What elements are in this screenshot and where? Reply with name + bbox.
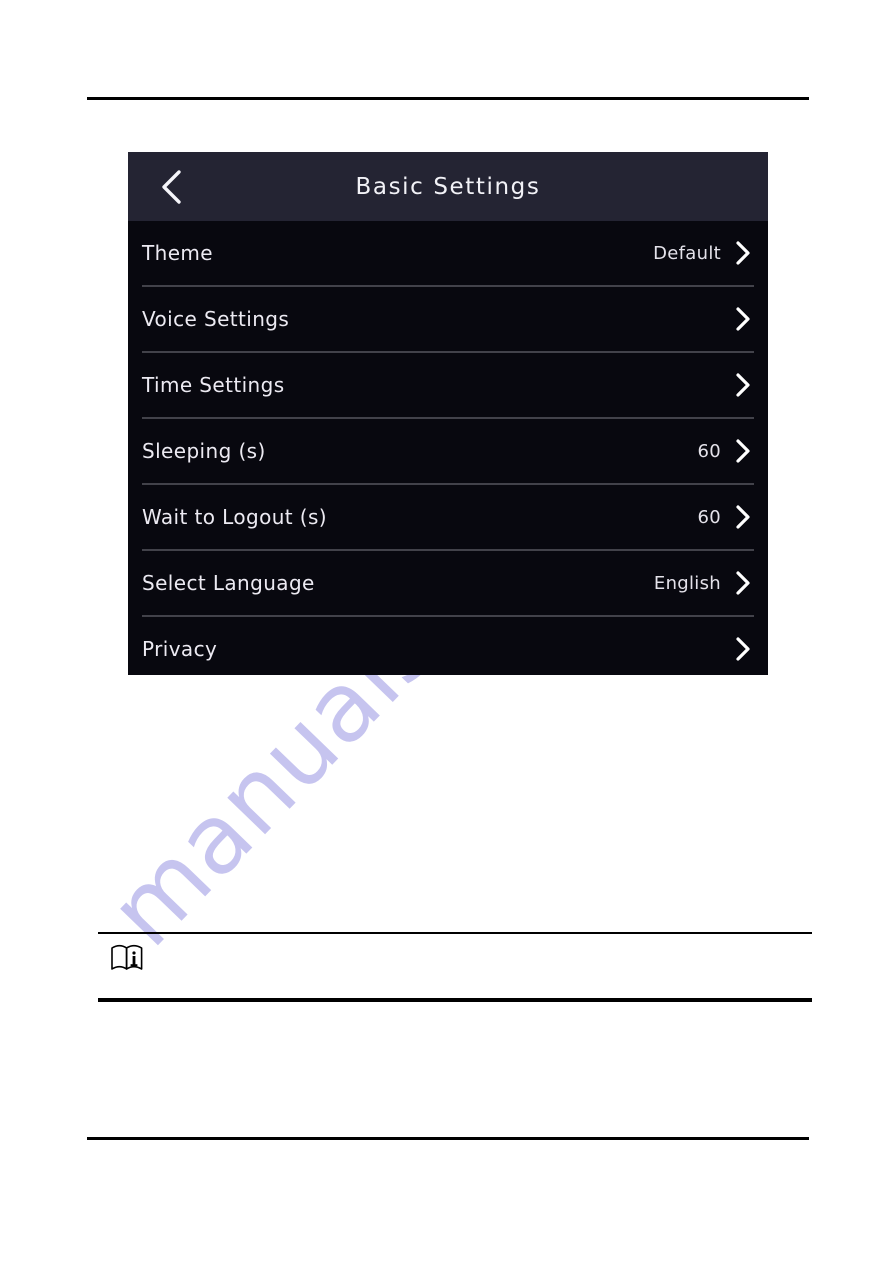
chevron-left-icon (162, 169, 181, 204)
list-item-value: Default (653, 242, 721, 264)
note-callout (98, 932, 812, 1002)
manual-info-icon (110, 944, 144, 974)
chevron-right-icon (732, 371, 754, 399)
chevron-right-icon (732, 503, 754, 531)
device-header-bar: Basic Settings (128, 152, 768, 221)
chevron-right-icon (732, 635, 754, 663)
chevron-right-icon (732, 437, 754, 465)
settings-list: Theme Default Voice Settings Time Settin… (128, 221, 768, 675)
chevron-right-icon (732, 239, 754, 267)
list-item-privacy[interactable]: Privacy (128, 617, 768, 675)
page-footer-rule (87, 1137, 809, 1140)
chevron-right-icon (732, 569, 754, 597)
list-item-label: Time Settings (142, 373, 285, 397)
list-item-value: 60 (697, 506, 721, 528)
list-item-label: Privacy (142, 637, 218, 661)
list-item-label: Theme (142, 241, 213, 265)
list-item-theme[interactable]: Theme Default (128, 221, 768, 285)
device-screenshot: Basic Settings Theme Default Voice Setti… (128, 152, 768, 675)
list-item-value: English (653, 572, 721, 594)
page-header-rule (87, 97, 809, 100)
list-item-time-settings[interactable]: Time Settings (128, 353, 768, 417)
list-item-value: 60 (697, 440, 721, 462)
document-page: manualshive.com Basic Settings Theme Def… (0, 0, 886, 1264)
list-item-label: Select Language (142, 571, 315, 595)
list-item-wait-to-logout[interactable]: Wait to Logout (s) 60 (128, 485, 768, 549)
list-item-label: Wait to Logout (s) (142, 505, 328, 529)
list-item-sleeping[interactable]: Sleeping (s) 60 (128, 419, 768, 483)
list-item-label: Sleeping (s) (142, 439, 266, 463)
list-item-select-language[interactable]: Select Language English (128, 551, 768, 615)
list-item-voice-settings[interactable]: Voice Settings (128, 287, 768, 351)
back-button[interactable] (144, 152, 198, 221)
chevron-right-icon (732, 305, 754, 333)
page-title: Basic Settings (355, 173, 541, 200)
list-item-label: Voice Settings (142, 307, 290, 331)
